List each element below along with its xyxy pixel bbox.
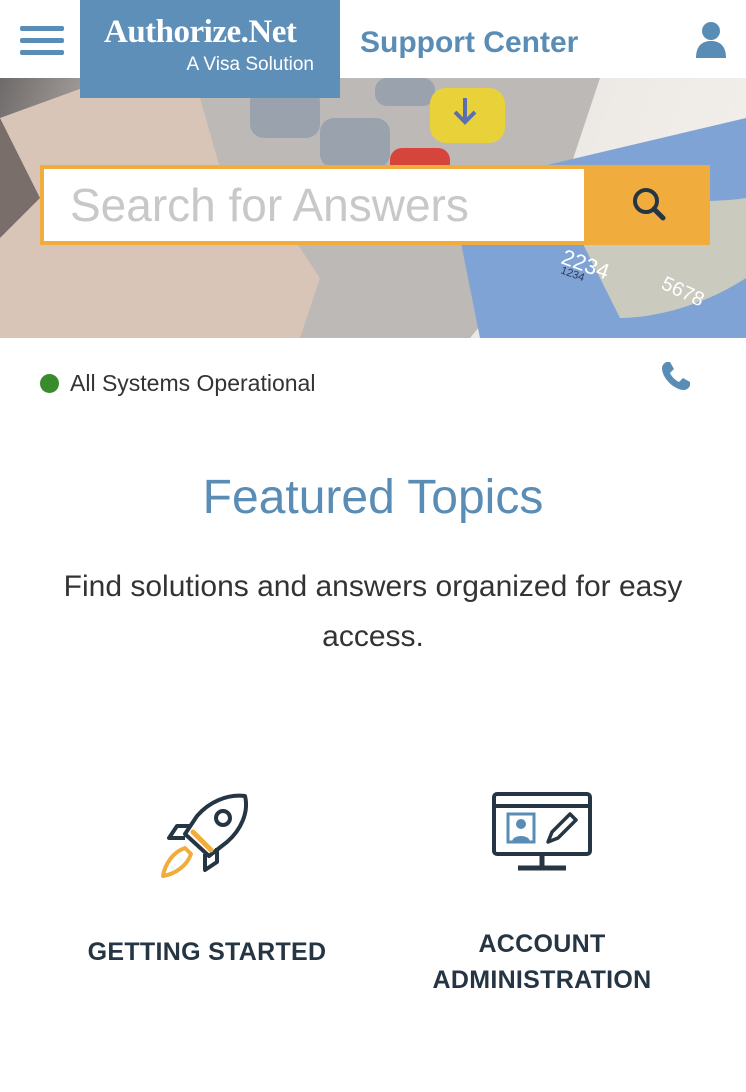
logo-sub-text: A Visa Solution (186, 54, 314, 75)
menu-button[interactable] (20, 26, 64, 62)
page-title: Support Center (360, 26, 579, 59)
user-account-button[interactable] (694, 20, 728, 60)
topic-account-administration[interactable]: ACCOUNT ADMINISTRATION (400, 790, 684, 998)
topic-label: GETTING STARTED (87, 938, 327, 966)
user-icon (696, 22, 726, 58)
search-icon (633, 187, 666, 220)
topic-label: ACCOUNT ADMINISTRATION (432, 930, 652, 994)
search-input[interactable] (40, 165, 588, 245)
search-bar (40, 165, 710, 245)
status-indicator (40, 374, 59, 393)
phone-icon (662, 362, 690, 390)
contact-phone-button[interactable] (660, 360, 692, 392)
logo-main-text: Authorize.Net (104, 14, 297, 50)
monitor-edit-icon (492, 792, 592, 871)
hero-banner: 2234 5678 1234 (0, 78, 746, 338)
system-status[interactable]: All Systems Operational (40, 370, 315, 397)
header: Authorize.Net A Visa Solution Support Ce… (0, 0, 746, 98)
featured-topics-title: Featured Topics (202, 471, 544, 524)
status-text: All Systems Operational (70, 370, 316, 396)
search-button[interactable] (588, 165, 710, 245)
brand-logo[interactable]: Authorize.Net A Visa Solution (80, 0, 340, 98)
topic-getting-started[interactable]: GETTING STARTED (70, 790, 344, 970)
featured-topics-description: Find solutions and answers organized for… (63, 570, 683, 653)
rocket-icon (161, 793, 248, 878)
hamburger-menu-icon (20, 26, 64, 31)
